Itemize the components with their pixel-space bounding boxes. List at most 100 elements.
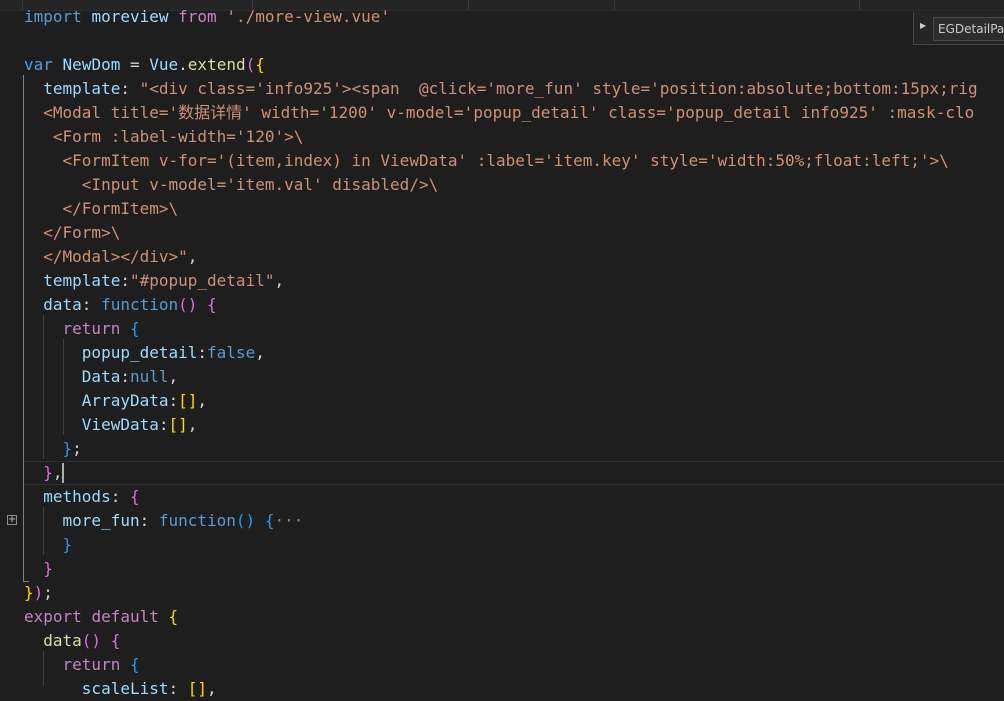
code-token: { xyxy=(129,487,140,506)
code-token: : xyxy=(120,271,130,290)
code-token: } xyxy=(24,583,34,602)
code-line: </Form>\ xyxy=(24,221,120,245)
code-line: return { xyxy=(24,653,140,677)
code-line: template: "<div class='info925'><span @c… xyxy=(24,77,978,101)
code-editor[interactable]: + import moreview from './more-view.vue'… xyxy=(0,0,1004,698)
code-token: { xyxy=(207,295,217,314)
code-line: data() { xyxy=(24,629,120,653)
code-token: : xyxy=(139,511,159,530)
code-line: popup_detail:false, xyxy=(24,341,265,365)
code-token: <FormItem v-for='(item,index) in ViewDat… xyxy=(24,151,949,170)
code-token: , xyxy=(255,343,265,362)
code-token: var xyxy=(24,55,53,74)
code-line: </Modal></div>", xyxy=(24,245,197,269)
code-token: = xyxy=(120,55,150,74)
code-token: () xyxy=(81,631,102,650)
code-token: , xyxy=(52,463,63,482)
code-token: { xyxy=(168,607,179,626)
code-token: () xyxy=(235,511,256,530)
code-token: export xyxy=(24,607,82,626)
code-line: var NewDom = Vue.extend({ xyxy=(24,53,265,77)
code-token: Vue xyxy=(149,55,179,74)
code-line: return { xyxy=(24,317,140,341)
code-token: Data xyxy=(81,367,121,386)
code-token: extend xyxy=(187,55,246,74)
code-token: </Form>\ xyxy=(24,223,121,242)
folded-region-ellipsis[interactable]: ··· xyxy=(274,511,303,530)
code-line: more_fun: function() {··· xyxy=(24,509,304,533)
code-token: <Input v-model='item.val' disabled/>\ xyxy=(24,175,439,194)
code-line: <FormItem v-for='(item,index) in ViewDat… xyxy=(24,149,949,173)
code-line: }; xyxy=(24,437,82,461)
code-token: scaleList xyxy=(81,679,169,698)
chevron-right-icon: ▶ xyxy=(920,21,927,30)
code-line: <Modal title='数据详情' width='1200' v-model… xyxy=(24,101,974,125)
code-token: ( xyxy=(245,55,256,74)
expand-plus-icon[interactable]: + xyxy=(7,515,17,525)
code-token: , xyxy=(187,247,198,266)
code-token: [] xyxy=(178,391,198,410)
code-token: : xyxy=(158,415,169,434)
code-token: ) xyxy=(33,583,44,602)
code-line: <Input v-model='item.val' disabled/>\ xyxy=(24,173,438,197)
code-line: Data:null, xyxy=(24,365,178,389)
code-token: , xyxy=(207,679,217,698)
code-token: "<div class='info925'><span @click='more… xyxy=(139,79,978,98)
code-line: import moreview from './more-view.vue' xyxy=(24,5,390,29)
code-token: [] xyxy=(187,679,208,698)
current-line-highlight xyxy=(22,461,1004,485)
code-token: } xyxy=(43,559,53,578)
code-line: ArrayData:[], xyxy=(24,389,207,413)
code-token: : xyxy=(110,487,130,506)
code-token: , xyxy=(187,415,198,434)
code-token: : xyxy=(168,679,188,698)
code-token: moreview xyxy=(91,7,169,26)
code-token: function xyxy=(158,511,236,530)
code-token: data xyxy=(43,631,82,650)
code-token: </FormItem>\ xyxy=(24,199,179,218)
code-token: './more-view.vue' xyxy=(226,7,391,26)
code-token: template xyxy=(43,271,121,290)
code-token: function xyxy=(101,295,179,314)
code-token: { xyxy=(110,631,121,650)
code-token: : xyxy=(81,295,102,314)
breadcrumb-symbol-item[interactable]: EGDetailPag xyxy=(933,17,1004,41)
code-token: : xyxy=(168,391,179,410)
breadcrumb-popup[interactable]: ▶ EGDetailPag xyxy=(913,12,1004,45)
code-line: }); xyxy=(24,581,53,605)
code-token: () xyxy=(178,295,198,314)
code-token: more_fun xyxy=(62,511,140,530)
code-token: , xyxy=(168,367,179,386)
code-token: return xyxy=(62,319,121,338)
code-token: popup_detail xyxy=(81,343,198,362)
code-line: </FormItem>\ xyxy=(24,197,179,221)
code-token: . xyxy=(178,55,188,74)
code-line: ViewData:[], xyxy=(24,413,198,437)
code-token: return xyxy=(62,655,121,674)
code-token: template xyxy=(43,79,121,98)
code-line: } xyxy=(24,557,53,581)
code-line: template:"#popup_detail", xyxy=(24,269,284,293)
code-token: from xyxy=(178,7,217,26)
code-token: ArrayData xyxy=(81,391,169,410)
code-token: </Modal></div>" xyxy=(24,247,188,266)
code-line: } xyxy=(24,533,73,557)
